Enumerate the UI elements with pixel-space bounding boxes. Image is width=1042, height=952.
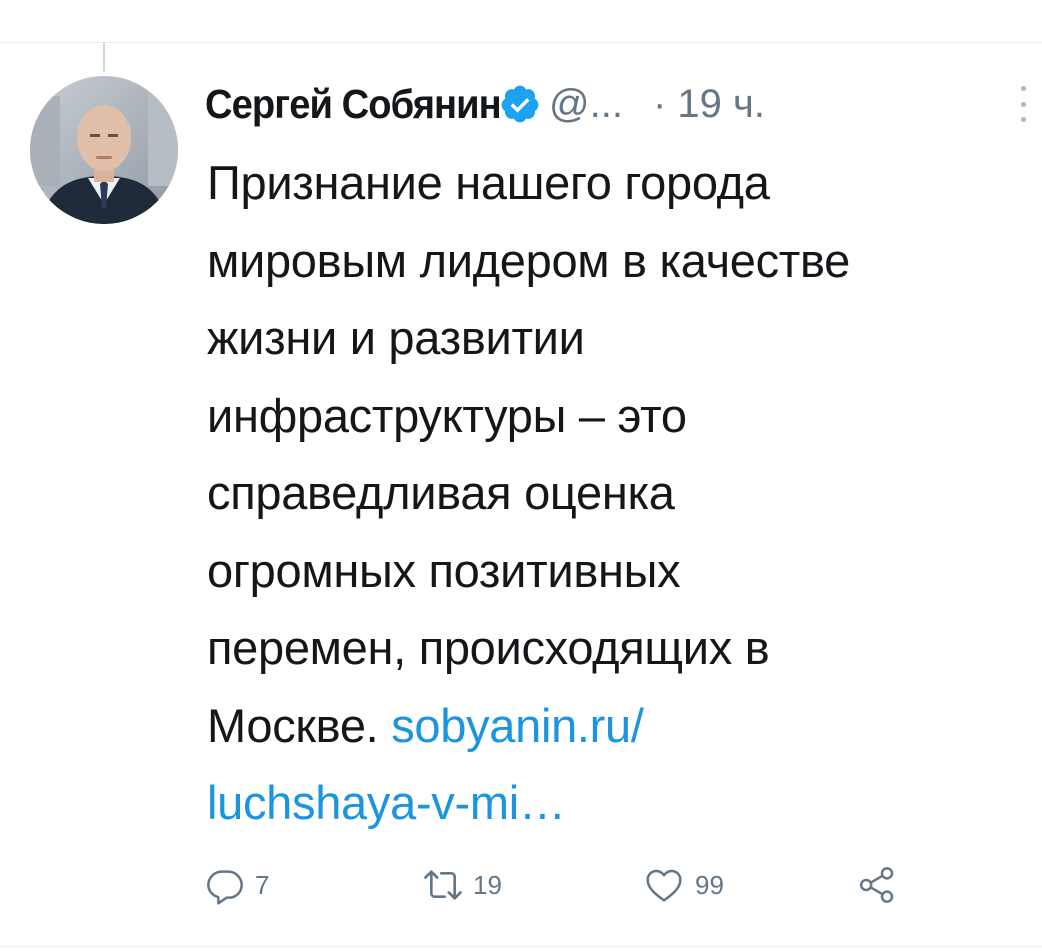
- author-handle[interactable]: @...: [549, 82, 623, 127]
- tweet-text-line: перемен, происходящих в: [207, 621, 770, 674]
- verified-badge-icon: [501, 85, 539, 123]
- retweet-icon: [424, 870, 462, 900]
- avatar[interactable]: [30, 76, 178, 224]
- top-divider: [0, 42, 1042, 43]
- tweet-link-continued[interactable]: luchshaya-v-mi…: [207, 764, 1037, 842]
- tweet-timestamp[interactable]: · 19 ч.: [653, 82, 765, 127]
- like-count: 99: [695, 869, 724, 900]
- tweet-text-line: мировым лидером в качестве: [207, 233, 851, 287]
- more-dot: [1020, 101, 1026, 107]
- reply-icon: [207, 870, 243, 905]
- tweet-text-line: справедливая оценка: [207, 466, 675, 519]
- bottom-divider: [0, 946, 1042, 947]
- reply-count: 7: [255, 869, 270, 900]
- tweet-text-line: Москве. sobyanin.ru/: [207, 687, 1037, 765]
- retweet-count: 19: [473, 869, 502, 900]
- tweet-text-line: инфраструктуры – это: [207, 388, 687, 442]
- share-icon: [859, 867, 894, 903]
- more-dot: [1020, 117, 1026, 122]
- more-options-icon[interactable]: [1019, 86, 1027, 122]
- share-button[interactable]: [857, 860, 897, 910]
- retweet-button[interactable]: 19: [423, 860, 502, 910]
- tweet-actions: 7 19 99: [205, 860, 925, 910]
- like-icon: [646, 869, 682, 902]
- tweet-text: Признание нашего города мировым лидером …: [207, 144, 1037, 842]
- like-button[interactable]: 99: [643, 860, 724, 910]
- reply-button[interactable]: 7: [205, 860, 269, 910]
- tweet-link[interactable]: sobyanin.ru/: [391, 699, 644, 752]
- tweet-text-fragment: Москве.: [207, 698, 392, 752]
- tweet-text-line: Признание нашего города: [207, 156, 770, 209]
- tweet-text-line: огромных позитивных: [207, 543, 681, 597]
- avatar-image: [30, 76, 178, 224]
- thread-connector-line: [103, 42, 105, 72]
- more-dot: [1020, 86, 1026, 91]
- author-display-name[interactable]: Сергей Собянин: [205, 81, 502, 128]
- tweet-header: Сергей Собянин @... · 19 ч.: [205, 74, 1035, 134]
- tweet-text-line: жизни и развитии: [207, 311, 585, 364]
